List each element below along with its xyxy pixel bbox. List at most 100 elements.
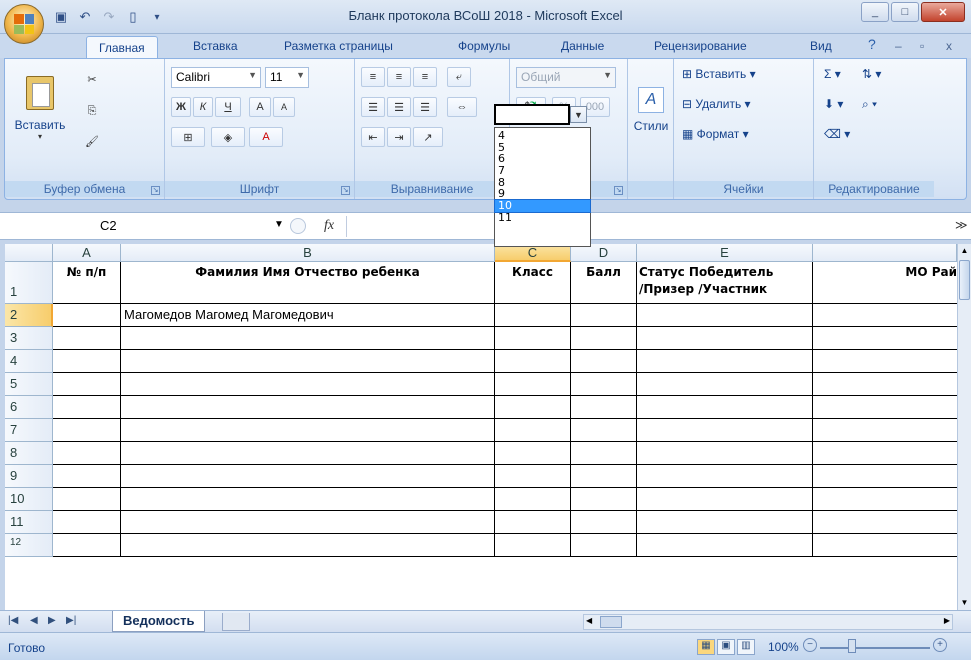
borders-icon[interactable]: ⊞ (171, 127, 205, 147)
scroll-left-icon[interactable]: ◀ (586, 616, 592, 625)
cell-c9[interactable] (495, 465, 571, 488)
cell-c12[interactable] (495, 534, 571, 557)
number-format-combo[interactable]: Общий ▼ (516, 67, 616, 88)
cell-f3[interactable] (813, 327, 957, 350)
cell-e12[interactable] (637, 534, 813, 557)
cell-e5[interactable] (637, 373, 813, 396)
row-header-5[interactable]: 5 (5, 373, 53, 396)
dropdown-option[interactable]: 11 (495, 212, 590, 224)
cell-e4[interactable] (637, 350, 813, 373)
name-box-dropdown-icon[interactable]: ▼ (274, 219, 284, 230)
bold-button[interactable]: Ж (171, 97, 191, 117)
cell-a7[interactable] (53, 419, 121, 442)
row-header-12[interactable]: 12 (5, 534, 53, 557)
cut-icon[interactable]: ✂ (81, 69, 103, 89)
name-box[interactable]: C2 (4, 216, 234, 237)
autosum-icon[interactable]: Σ ▾ (824, 67, 841, 81)
cell-c6[interactable] (495, 396, 571, 419)
cell-b4[interactable] (121, 350, 495, 373)
grow-font-icon[interactable]: A (249, 97, 271, 117)
align-left-icon[interactable]: ☰ (361, 97, 385, 117)
scroll-right-icon[interactable]: ▶ (944, 616, 950, 625)
cell-e3[interactable] (637, 327, 813, 350)
cell-b2[interactable]: Магомедов Магомед Магомедович (121, 304, 495, 327)
cell-d12[interactable] (571, 534, 637, 557)
fill-icon[interactable]: ⬇ ▾ (824, 97, 843, 111)
zoom-level[interactable]: 100% (768, 640, 799, 654)
cell-a6[interactable] (53, 396, 121, 419)
merge-center-icon[interactable]: ⇔ (447, 97, 477, 117)
cell-d8[interactable] (571, 442, 637, 465)
scroll-thumb[interactable] (959, 260, 970, 300)
align-right-icon[interactable]: ☰ (413, 97, 437, 117)
cell-c3[interactable] (495, 327, 571, 350)
save-icon[interactable]: ▣ (52, 8, 70, 26)
cell-e7[interactable] (637, 419, 813, 442)
tab-formulas[interactable]: Формулы (458, 39, 510, 53)
zoom-slider-thumb[interactable] (848, 639, 856, 653)
hscroll-thumb[interactable] (600, 616, 622, 628)
cell-a12[interactable] (53, 534, 121, 557)
align-center-icon[interactable]: ☰ (387, 97, 411, 117)
column-header-a[interactable]: A (53, 244, 121, 262)
insert-function-icon[interactable]: fx (324, 218, 334, 234)
scroll-up-icon[interactable]: ▲ (959, 246, 970, 256)
cell-d5[interactable] (571, 373, 637, 396)
font-name-combo[interactable]: Calibri ▼ (171, 67, 261, 88)
select-all-corner[interactable] (5, 244, 53, 262)
row-header-9[interactable]: 9 (5, 465, 53, 488)
dropdown-option[interactable]: 6 (495, 153, 590, 165)
cell-c1[interactable]: Класс (495, 262, 571, 304)
formula-expand-icon[interactable] (290, 218, 306, 234)
prev-sheet-icon[interactable]: ◀ (30, 615, 38, 626)
cell-e1[interactable]: Статус Победитель /Призер /Участник (637, 262, 813, 304)
row-header-11[interactable]: 11 (5, 511, 53, 534)
insert-sheet-icon[interactable] (222, 613, 250, 631)
styles-button[interactable]: A Стили (634, 67, 668, 153)
cell-b12[interactable] (121, 534, 495, 557)
cell-a9[interactable] (53, 465, 121, 488)
tab-review[interactable]: Рецензирование (654, 39, 747, 53)
cell-d9[interactable] (571, 465, 637, 488)
delete-cells-button[interactable]: ⊟ Удалить ▾ (682, 97, 751, 111)
cell-f1[interactable]: МО Рай (813, 262, 957, 304)
first-sheet-icon[interactable]: |◀ (8, 615, 18, 626)
cell-f2[interactable] (813, 304, 957, 327)
clear-icon[interactable]: ⌫ ▾ (824, 127, 850, 141)
align-middle-icon[interactable]: ≡ (387, 67, 411, 87)
cell-b3[interactable] (121, 327, 495, 350)
cell-f8[interactable] (813, 442, 957, 465)
ribbon-close-icon[interactable]: x (946, 39, 952, 53)
cell-b1[interactable]: Фамилия Имя Отчество ребенка (121, 262, 495, 304)
cell-b9[interactable] (121, 465, 495, 488)
increase-indent-icon[interactable]: ⇥ (387, 127, 411, 147)
align-bottom-icon[interactable]: ≡ (413, 67, 437, 87)
normal-view-icon[interactable]: ▦ (697, 639, 715, 655)
row-header-3[interactable]: 3 (5, 327, 53, 350)
column-header-b[interactable]: B (121, 244, 495, 262)
row-header-1[interactable]: 1 (5, 262, 53, 304)
cell-a3[interactable] (53, 327, 121, 350)
fill-color-icon[interactable]: ◈ (211, 127, 245, 147)
zoom-out-icon[interactable]: − (803, 638, 817, 652)
cell-c10[interactable] (495, 488, 571, 511)
cell-f7[interactable] (813, 419, 957, 442)
cell-c8[interactable] (495, 442, 571, 465)
new-document-icon[interactable]: ▯ (124, 8, 142, 26)
cell-a11[interactable] (53, 511, 121, 534)
cell-b8[interactable] (121, 442, 495, 465)
dropdown-option[interactable]: 7 (495, 165, 590, 177)
cell-c2[interactable] (495, 304, 571, 327)
cell-c7[interactable] (495, 419, 571, 442)
find-select-icon[interactable]: ⌕ ▾ (862, 97, 877, 112)
cell-b11[interactable] (121, 511, 495, 534)
ribbon-minimize-icon[interactable]: – (895, 39, 902, 53)
format-cells-button[interactable]: ▦ Формат ▾ (682, 127, 749, 141)
help-icon[interactable]: ? (868, 36, 876, 52)
row-header-6[interactable]: 6 (5, 396, 53, 419)
cell-a8[interactable] (53, 442, 121, 465)
cell-b7[interactable] (121, 419, 495, 442)
number-launcher-icon[interactable]: ↘ (614, 186, 623, 195)
cell-f6[interactable] (813, 396, 957, 419)
cell-d11[interactable] (571, 511, 637, 534)
